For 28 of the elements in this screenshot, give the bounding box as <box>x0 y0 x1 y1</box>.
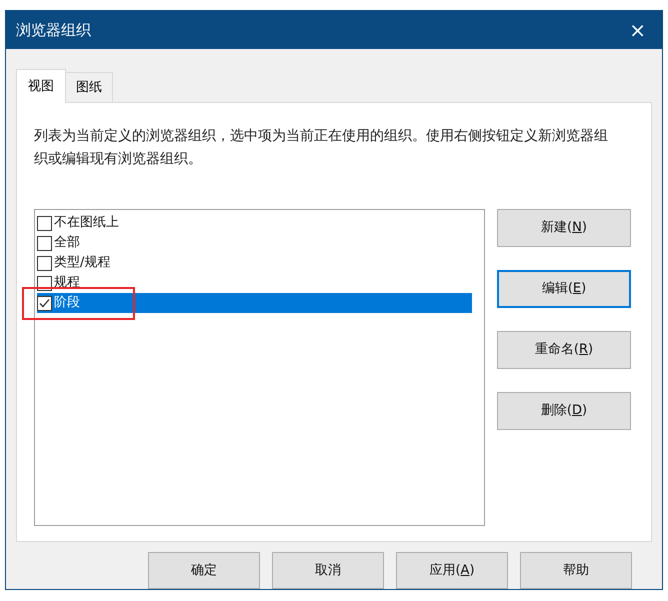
checkbox[interactable] <box>37 256 52 271</box>
list-item[interactable]: 全部 <box>37 233 472 254</box>
footer-button[interactable]: 取消 <box>272 552 384 589</box>
side-button[interactable]: 重命名(R) <box>497 331 631 370</box>
checkbox[interactable] <box>37 216 52 231</box>
side-button[interactable]: 编辑(E) <box>497 270 631 308</box>
item-label: 全部 <box>54 234 80 252</box>
tab[interactable]: 视图 <box>16 69 66 104</box>
checkbox[interactable] <box>37 296 52 311</box>
side-button[interactable]: 删除(D) <box>497 392 631 430</box>
checkbox[interactable] <box>37 236 52 251</box>
check-icon <box>39 298 50 309</box>
footer-button[interactable]: 应用(A) <box>396 552 508 589</box>
window-title: 浏览器组织 <box>16 20 91 41</box>
footer-button[interactable]: 帮助 <box>520 552 632 589</box>
tab[interactable]: 图纸 <box>66 72 113 102</box>
item-label: 规程 <box>54 274 80 292</box>
footer-button[interactable]: 确定 <box>148 552 260 589</box>
list-item[interactable]: 不在图纸上 <box>37 213 472 234</box>
side-button[interactable]: 新建(N) <box>497 209 631 248</box>
item-label: 阶段 <box>54 294 80 312</box>
close-button[interactable]: × <box>625 20 650 40</box>
list-item[interactable]: 阶段 <box>37 293 472 314</box>
item-label: 不在图纸上 <box>54 214 119 232</box>
description-text: 列表为当前定义的浏览器组织，选中项为当前正在使用的组织。使用右侧按钮定义新浏览器组织或编辑现有浏览器组织。 <box>34 127 609 170</box>
list-item[interactable]: 规程 <box>37 273 472 294</box>
list-item[interactable]: 类型/规程 <box>37 253 472 274</box>
item-label: 类型/规程 <box>54 254 110 272</box>
